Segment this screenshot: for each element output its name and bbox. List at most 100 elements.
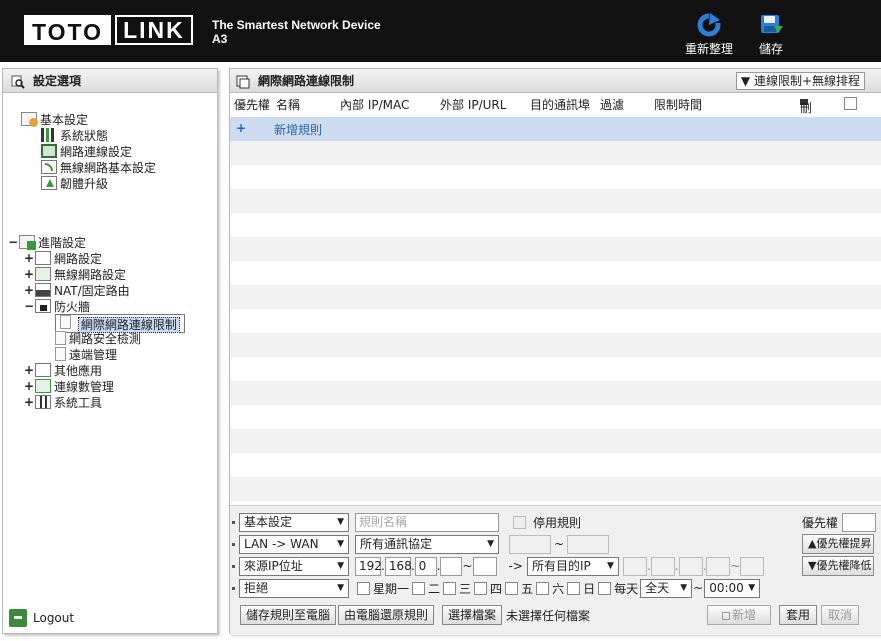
refresh-label: 重新整理 <box>685 42 734 56</box>
dest-end-octet[interactable] <box>740 556 765 576</box>
tree-item-network-connection[interactable]: 網路連線設定 <box>41 143 132 159</box>
mode-select[interactable]: 基本設定 ▼ <box>239 512 349 532</box>
action-buttons: 新增 套用 取消 <box>707 605 859 625</box>
ip-octet-1[interactable]: 192 <box>355 556 382 576</box>
tree-basic-settings[interactable]: 基本設定 <box>21 111 88 127</box>
add-button[interactable]: 新增 <box>707 605 771 625</box>
save-button[interactable]: 儲存 <box>758 12 784 57</box>
form-row-2: LAN -> WAN ▼ 所有通訊協定 ▼ ~ <box>232 534 610 554</box>
ip-octet-2[interactable]: 168 <box>384 556 412 576</box>
choose-file-button[interactable]: 選擇檔案 <box>442 605 503 625</box>
expand-toggle[interactable]: + <box>23 267 35 281</box>
tree-item-nat-routing[interactable]: + NAT/固定路由 <box>23 282 130 298</box>
tree-item-network-settings[interactable]: + 網路設定 <box>23 250 102 266</box>
allday-select[interactable]: 全天 ▼ <box>640 578 693 598</box>
rules-table: + 新增規則 <box>230 117 881 501</box>
cancel-button[interactable]: 取消 <box>821 605 859 625</box>
folder-settings-icon <box>21 112 38 127</box>
apply-button[interactable]: 套用 <box>779 605 817 625</box>
router-icon <box>35 283 51 297</box>
time-select[interactable]: 00:00 ▼ <box>704 578 761 598</box>
port-end-input[interactable] <box>567 534 610 554</box>
lock-icon <box>35 299 51 313</box>
tree-item-wireless-basic[interactable]: 無線網路基本設定 <box>41 159 156 175</box>
time-value: 00:00 <box>709 580 744 595</box>
form-row-4: 拒絕 ▼ 星期一 二 三 四 五 六 日 每天 全天 ▼ ~ 00:00 ▼ <box>232 578 761 598</box>
save-rules-to-pc-button[interactable]: 儲存規則至電腦 <box>240 605 337 625</box>
tree-item-firmware-upgrade[interactable]: 韌體升級 <box>41 175 108 191</box>
tree-label: NAT/固定路由 <box>54 283 130 298</box>
port-start-input[interactable] <box>509 534 551 554</box>
collapse-toggle[interactable]: − <box>23 299 35 313</box>
action-select[interactable]: 拒絕 ▼ <box>239 578 349 598</box>
expand-toggle[interactable]: + <box>23 363 35 377</box>
logo-text-left: TOTO <box>24 15 112 45</box>
priority-label: 優先權 <box>802 515 839 530</box>
tree-item-wireless-settings[interactable]: + 無線網路設定 <box>23 266 126 282</box>
collapse-toggle[interactable]: − <box>7 235 19 249</box>
priority-raise-button[interactable]: ▲優先權提昇 <box>802 534 874 554</box>
ip-end-octet[interactable] <box>472 556 497 576</box>
bullet <box>232 564 235 568</box>
tree-label: 系統狀態 <box>60 128 109 143</box>
bullet <box>232 542 235 546</box>
rule-name-input[interactable]: 規則名稱 <box>355 512 499 532</box>
priority-lower-button[interactable]: ▼優先權降低 <box>802 556 874 576</box>
add-icon <box>721 611 730 620</box>
table-row <box>230 261 881 285</box>
protocol-select[interactable]: 所有通訊協定 ▼ <box>355 534 499 554</box>
rule-editor: 基本設定 ▼ 規則名稱 停用規則 優先權 LAN -> WAN ▼ 所有通訊協定 ▼ … <box>230 505 881 635</box>
tree-item-firewall[interactable]: − 防火牆 <box>23 298 90 314</box>
no-file-label: 未選擇任何檔案 <box>506 608 591 623</box>
table-row <box>230 477 881 501</box>
disable-rule-checkbox[interactable] <box>513 515 526 529</box>
day-checkbox-tue[interactable] <box>412 581 426 595</box>
dest-octet-2[interactable] <box>650 556 675 576</box>
priority-input[interactable] <box>842 512 877 532</box>
ip-octet-4[interactable] <box>440 556 463 576</box>
restore-rules-button[interactable]: 由電腦還原規則 <box>338 605 435 625</box>
dest-octet-3[interactable] <box>678 556 703 576</box>
direction-select[interactable]: LAN -> WAN ▼ <box>239 534 349 554</box>
source-select[interactable]: 來源IP位址 ▼ <box>239 556 349 576</box>
tree-item-remote-management[interactable]: 遠端管理 <box>55 346 117 362</box>
expand-toggle[interactable]: + <box>23 395 35 409</box>
tree-item-connection-management[interactable]: + 連線數管理 <box>23 378 114 394</box>
day-checkbox-mon[interactable] <box>357 581 370 595</box>
tree-item-system-tools[interactable]: + 系統工具 <box>23 394 102 410</box>
refresh-button[interactable]: 重新整理 <box>685 12 733 57</box>
wireless-icon <box>35 267 51 281</box>
dest-select[interactable]: 所有目的IP ▼ <box>526 556 619 576</box>
delete-all-checkbox[interactable] <box>844 97 857 110</box>
logout-button[interactable]: Logout <box>9 609 74 627</box>
tree-item-other-apps[interactable]: + 其他應用 <box>23 362 102 378</box>
tree-advanced-settings[interactable]: − 進階設定 <box>7 234 86 250</box>
day-checkbox-wed[interactable] <box>443 581 457 595</box>
ip-octet-3[interactable]: 0 <box>414 556 437 576</box>
day-checkbox-sun[interactable] <box>567 581 581 595</box>
expand-toggle[interactable]: + <box>23 379 35 393</box>
expand-toggle[interactable]: + <box>23 251 35 265</box>
model-name: A3 <box>212 32 228 46</box>
totolink-logo: TOTO LINK <box>24 15 193 45</box>
day-checkbox-thu[interactable] <box>474 581 488 595</box>
tree-item-security-check[interactable]: 網路安全檢測 <box>55 330 141 346</box>
tree-label: 系統工具 <box>54 395 103 410</box>
everyday-checkbox[interactable] <box>598 581 612 595</box>
add-rule-row[interactable]: + 新增規則 <box>230 117 881 141</box>
dest-octet-1[interactable] <box>622 556 647 576</box>
everyday-label: 每天 <box>614 581 639 596</box>
graph-icon <box>35 379 51 393</box>
table-row <box>230 189 881 213</box>
tree-item-system-status[interactable]: 系統狀態 <box>41 127 108 143</box>
tree-label: 網路設定 <box>54 251 103 266</box>
dest-octet-4[interactable] <box>706 556 731 576</box>
expand-toggle[interactable]: + <box>23 283 35 297</box>
plus-icon: + <box>236 121 247 135</box>
form-row-1: 基本設定 ▼ 規則名稱 停用規則 <box>232 512 581 532</box>
day-checkbox-fri[interactable] <box>505 581 519 595</box>
day-checkbox-sat[interactable] <box>536 581 550 595</box>
upgrade-icon <box>41 176 57 190</box>
day-label: 四 <box>490 581 503 596</box>
view-select[interactable]: ▼ 連線限制+無線排程 <box>735 72 865 90</box>
